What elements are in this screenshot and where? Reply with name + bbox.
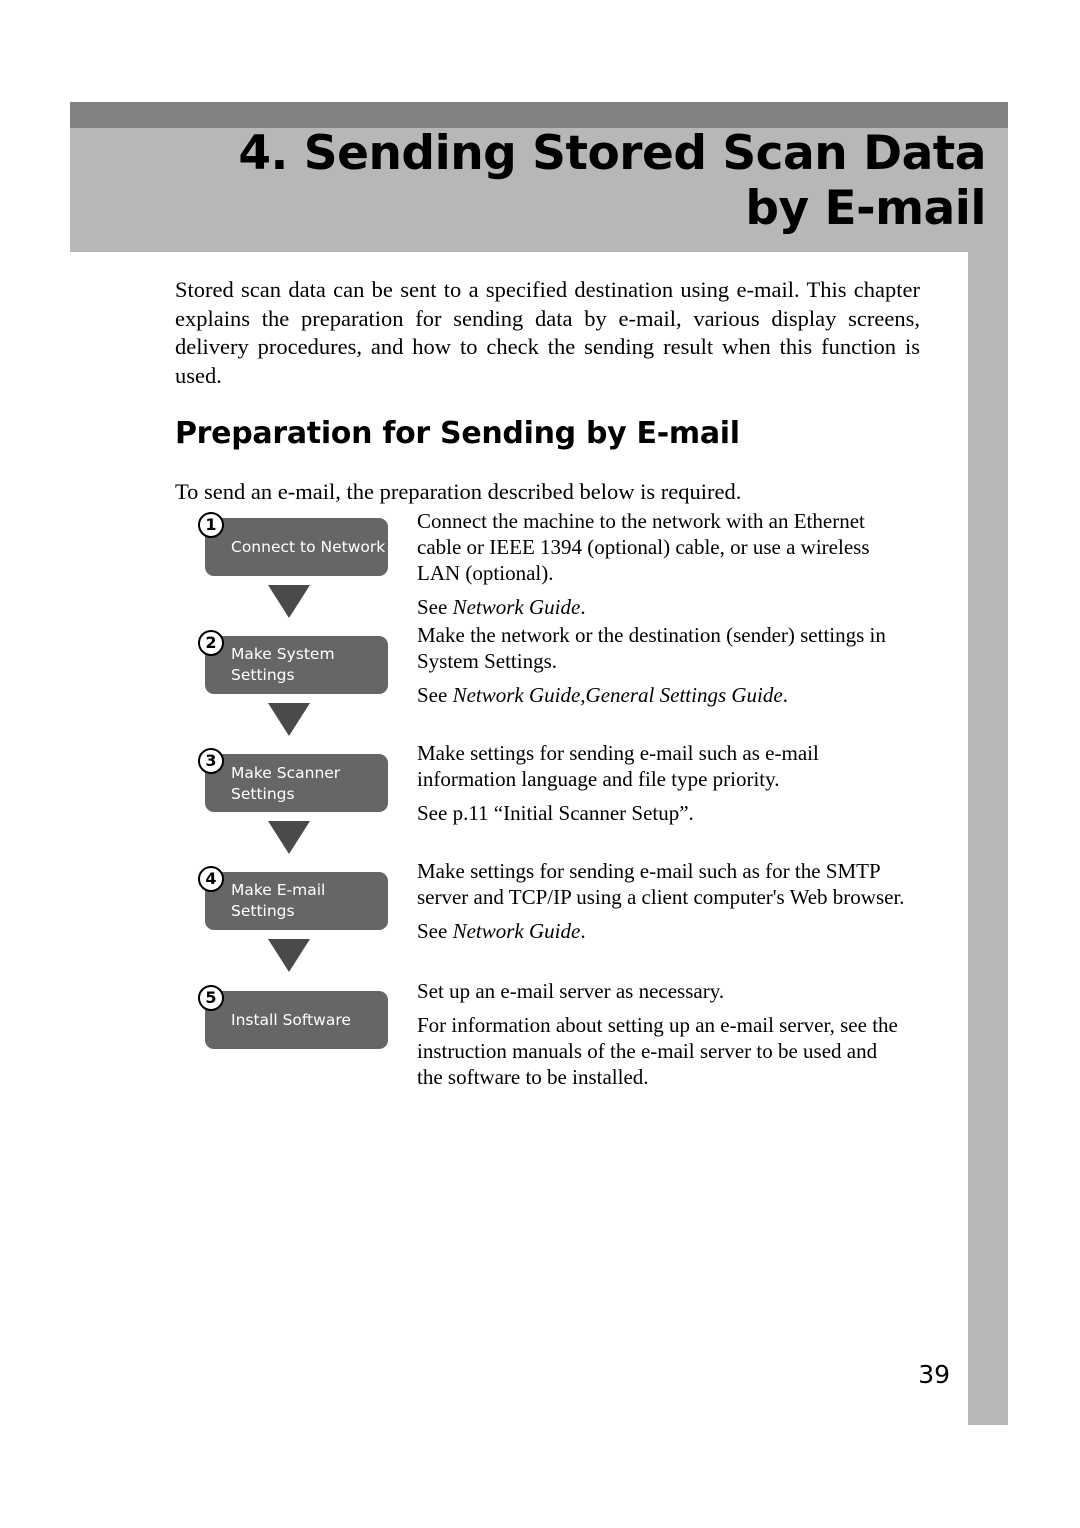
flow-step-5-reference: For information about setting up an e-ma… bbox=[417, 1012, 905, 1090]
flow-step-3-badge: 3 bbox=[198, 748, 224, 774]
flow-step-1-description: Connect the machine to the network with … bbox=[417, 509, 870, 585]
flow-step-2-description: Make the network or the destination (sen… bbox=[417, 623, 886, 673]
flow-step-3-reference-prefix: See p.11 “Initial Scanner Setup”. bbox=[417, 801, 694, 825]
flow-step-4-box[interactable]: Make E-mail Settings bbox=[205, 872, 388, 930]
flow-step-1-reference-suffix: . bbox=[580, 595, 586, 619]
flow-step-2-reference-prefix: See bbox=[417, 683, 453, 707]
flow-step-4-description: Make settings for sending e-mail such as… bbox=[417, 859, 905, 909]
flow-step-5-number: 5 bbox=[205, 988, 217, 1007]
flow-step-1-badge: 1 bbox=[198, 512, 224, 538]
flow-step-2-text: Make the network or the destination (sen… bbox=[417, 622, 905, 708]
flow-step-3-label: Make Scanner Settings bbox=[231, 764, 341, 803]
flow-step-2-number: 2 bbox=[205, 633, 217, 652]
flow-step-1-label: Connect to Network bbox=[231, 537, 386, 556]
flow-step-5-badge: 5 bbox=[198, 985, 224, 1011]
flow-step-1-reference-title: Network Guide bbox=[452, 595, 581, 619]
flow-step-4-text: Make settings for sending e-mail such as… bbox=[417, 858, 905, 944]
flow-step-2-arrow-icon bbox=[268, 703, 310, 736]
flow-step-3-text: Make settings for sending e-mail such as… bbox=[417, 740, 905, 826]
flow-step-1-arrow-icon bbox=[268, 585, 310, 618]
flow-step-1-number: 1 bbox=[205, 515, 217, 534]
flow-step-4-reference: See Network Guide. bbox=[417, 918, 905, 944]
flow-step-3-arrow-icon bbox=[268, 821, 310, 854]
flow-step-4-arrow-icon bbox=[268, 939, 310, 972]
flow-step-2-badge: 2 bbox=[198, 630, 224, 656]
flow-step-4-reference-suffix: . bbox=[580, 919, 586, 943]
flow-step-4-badge: 4 bbox=[198, 866, 224, 892]
flow-step-3-box[interactable]: Make Scanner Settings bbox=[205, 754, 388, 812]
flow-step-4-label: Make E-mail Settings bbox=[231, 881, 326, 920]
flow-step-4-number: 4 bbox=[205, 869, 217, 888]
flow-step-1-box[interactable]: Connect to Network bbox=[205, 518, 388, 576]
flow-step-5-text: Set up an e-mail server as necessary. Fo… bbox=[417, 978, 905, 1090]
flow-step-2-reference: See Network Guide,General Settings Guide… bbox=[417, 682, 905, 708]
flow-step-2-reference-title: Network Guide,General Settings Guide bbox=[452, 683, 783, 707]
flow-step-1-reference-prefix: See bbox=[417, 595, 453, 619]
page-canvas: 4. Sending Stored Scan Data by E-mail St… bbox=[0, 0, 1080, 1528]
preparation-flowchart: Connect to Network 1 Connect the machine… bbox=[0, 0, 1080, 1528]
flow-step-5-reference-prefix: For information about setting up an e-ma… bbox=[417, 1013, 898, 1089]
flow-step-2-label: Make System Settings bbox=[231, 645, 335, 684]
flow-step-3-reference: See p.11 “Initial Scanner Setup”. bbox=[417, 800, 905, 826]
flow-step-3-description: Make settings for sending e-mail such as… bbox=[417, 741, 819, 791]
flow-step-2-box[interactable]: Make System Settings bbox=[205, 636, 388, 694]
flow-step-4-reference-title: Network Guide bbox=[452, 919, 581, 943]
flow-step-4-reference-prefix: See bbox=[417, 919, 453, 943]
flow-step-5-description: Set up an e-mail server as necessary. bbox=[417, 979, 725, 1003]
flow-step-1-reference: See Network Guide. bbox=[417, 594, 905, 620]
flow-step-2-reference-suffix: . bbox=[782, 683, 788, 707]
flow-step-5-box[interactable]: Install Software bbox=[205, 991, 388, 1049]
flow-step-1-text: Connect the machine to the network with … bbox=[417, 508, 905, 620]
flow-step-3-number: 3 bbox=[205, 751, 217, 770]
page-number: 39 bbox=[918, 1360, 950, 1389]
flow-step-5-label: Install Software bbox=[231, 1010, 351, 1029]
